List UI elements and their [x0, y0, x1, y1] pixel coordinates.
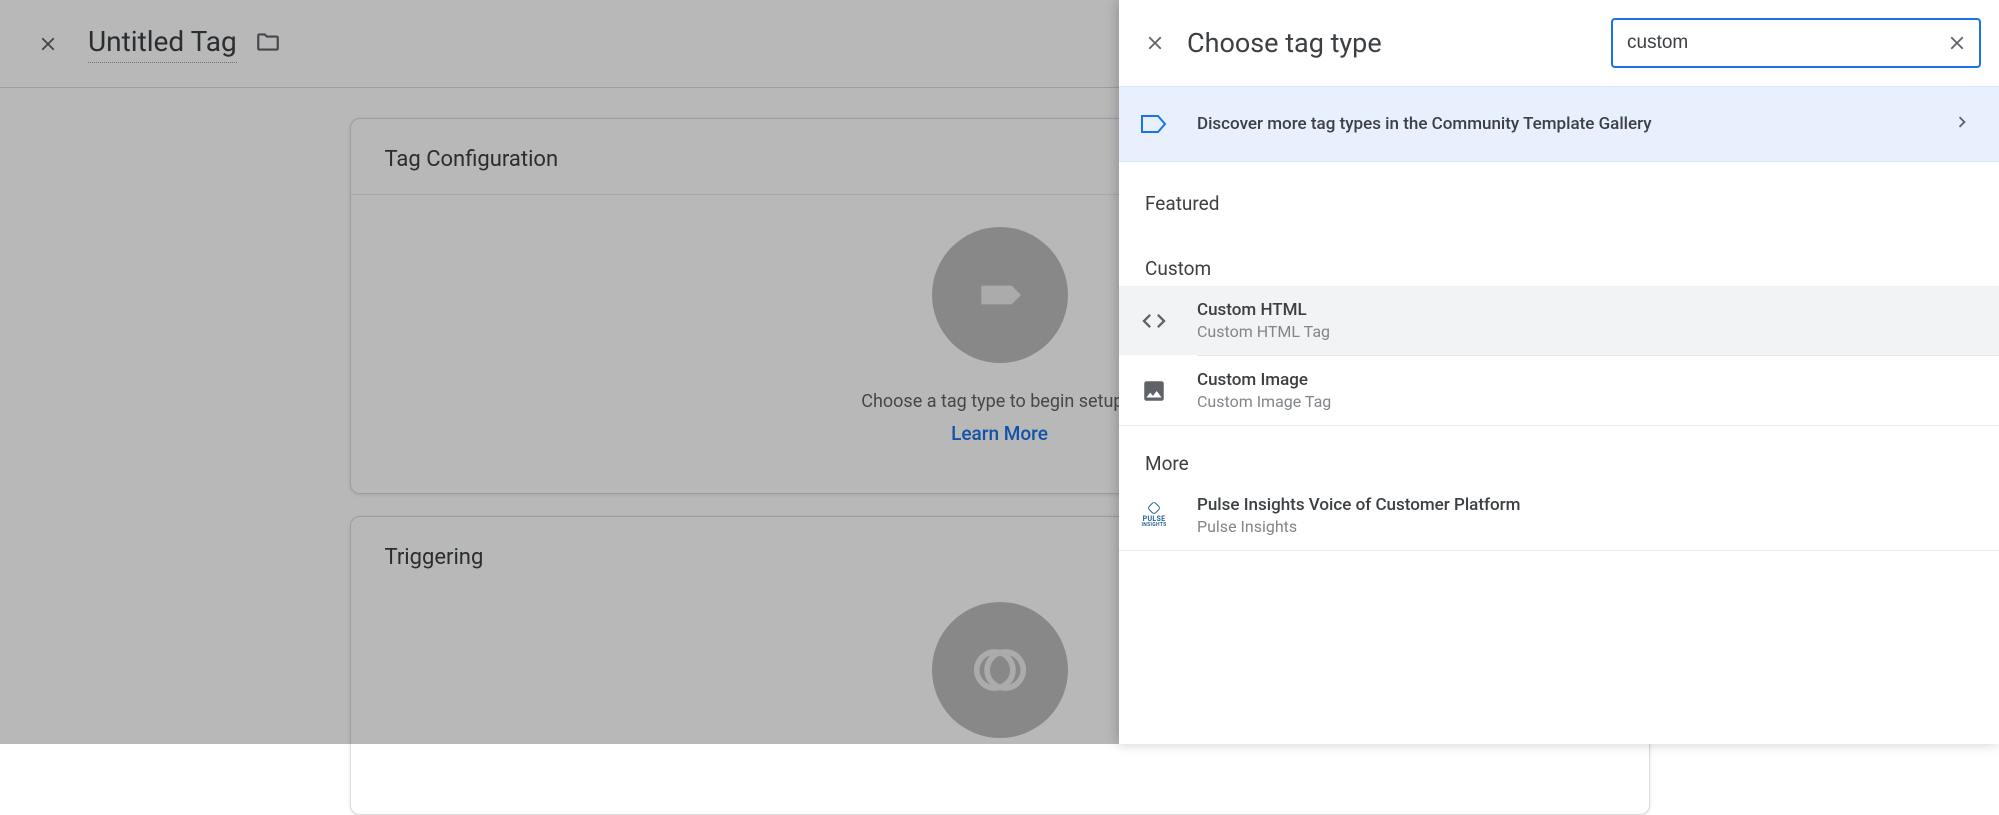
more-list: PULSEINSIGHTS Pulse Insights Voice of Cu… [1119, 481, 1999, 551]
search-wrapper [1611, 18, 1981, 68]
banner-text: Discover more tag types in the Community… [1197, 114, 1951, 134]
list-item-title: Pulse Insights Voice of Customer Platfor… [1197, 495, 1520, 515]
close-icon [1946, 32, 1968, 54]
list-item-title: Custom Image [1197, 370, 1331, 390]
community-gallery-banner[interactable]: Discover more tag types in the Community… [1119, 86, 1999, 162]
tag-type-pulse-insights[interactable]: PULSEINSIGHTS Pulse Insights Voice of Cu… [1119, 481, 1999, 551]
section-more: More [1119, 426, 1999, 481]
config-hint-text: Choose a tag type to begin setup... [861, 391, 1137, 412]
section-featured: Featured [1119, 162, 1999, 215]
panel-header: Choose tag type [1119, 0, 1999, 86]
trigger-icon [969, 639, 1031, 701]
tag-icon [972, 267, 1028, 323]
tag-name-input[interactable]: Untitled Tag [88, 25, 237, 63]
search-input[interactable] [1611, 18, 1981, 68]
folder-button[interactable] [255, 29, 281, 59]
choose-tag-type-panel: Choose tag type Discover more tag types … [1119, 0, 1999, 744]
learn-more-link[interactable]: Learn More [951, 422, 1048, 445]
panel-title: Choose tag type [1187, 27, 1603, 59]
pulse-insights-logo-icon: PULSEINSIGHTS [1137, 499, 1171, 533]
list-item-title: Custom HTML [1197, 300, 1330, 320]
close-panel-button[interactable] [1131, 19, 1179, 67]
close-icon [37, 33, 59, 55]
custom-list: Custom HTML Custom HTML Tag Custom Image… [1119, 286, 1999, 426]
section-custom: Custom [1119, 215, 1999, 286]
tag-type-custom-image[interactable]: Custom Image Custom Image Tag [1119, 356, 1999, 426]
image-icon [1137, 374, 1171, 408]
code-icon [1137, 304, 1171, 338]
tag-outline-icon [1137, 107, 1171, 141]
list-item-subtitle: Pulse Insights [1197, 517, 1520, 536]
chevron-right-icon [1951, 111, 1973, 137]
tag-placeholder-circle [932, 227, 1068, 363]
close-editor-button[interactable] [24, 20, 72, 68]
trigger-placeholder-circle [932, 602, 1068, 738]
close-icon [1144, 32, 1166, 54]
list-item-subtitle: Custom HTML Tag [1197, 322, 1330, 341]
tag-type-custom-html[interactable]: Custom HTML Custom HTML Tag [1119, 286, 1999, 355]
clear-search-button[interactable] [1941, 27, 1973, 59]
folder-icon [255, 29, 281, 55]
list-item-subtitle: Custom Image Tag [1197, 392, 1331, 411]
